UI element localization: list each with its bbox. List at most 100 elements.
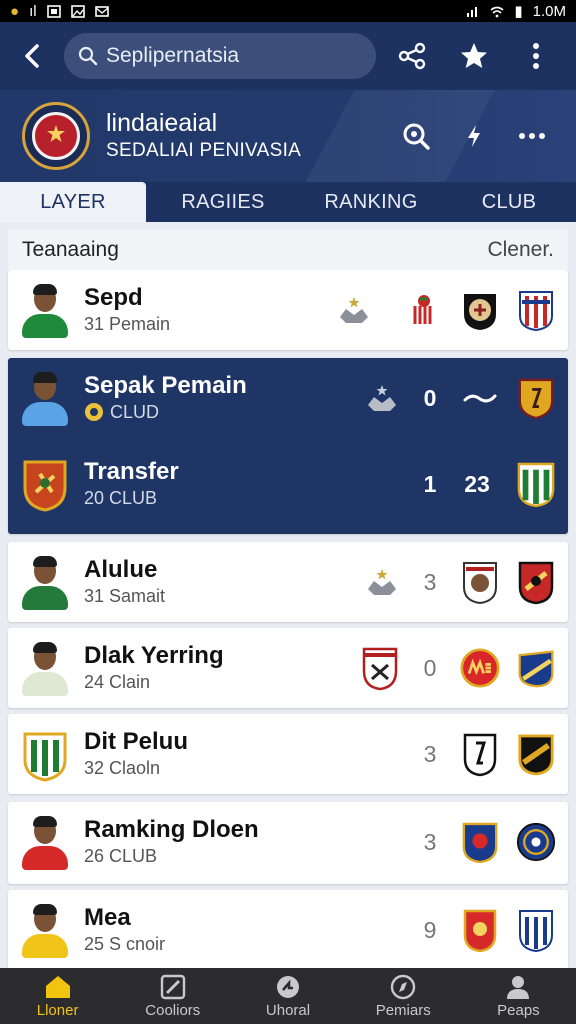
player-name: Ramking Dloen (84, 816, 259, 843)
club-crest-icon (23, 732, 67, 782)
league-crest-icon (47, 125, 65, 142)
rating-star-icon (364, 564, 400, 600)
back-button[interactable] (14, 38, 50, 74)
club-crest-icon (23, 460, 67, 512)
avatar (20, 902, 70, 958)
search-input[interactable] (106, 44, 346, 68)
nav-item-colors[interactable]: Cooliors (115, 968, 230, 1024)
search-bar[interactable] (64, 33, 376, 79)
wifi-icon (490, 6, 504, 17)
player-subtitle: 20 CLUB (84, 488, 158, 508)
signal-icon (467, 6, 478, 17)
share-button[interactable] (394, 38, 430, 74)
nav-label: Peaps (497, 1001, 540, 1019)
nav-label: Pemiars (375, 1001, 431, 1019)
list-header: Teanaaing Clener. (8, 230, 568, 270)
header-more-button[interactable] (514, 118, 550, 154)
nav-label: Cooliors (145, 1001, 201, 1019)
club-badge-icon (460, 560, 500, 605)
club-badge-icon (460, 908, 500, 953)
club-crest (20, 456, 70, 512)
star-icon (461, 43, 487, 68)
player-subtitle: 32 Claoln (84, 758, 161, 778)
player-name: Mea (84, 904, 131, 931)
nav-item-uhoral[interactable]: Uhoral (230, 968, 345, 1024)
player-subtitle: 31 Samait (84, 586, 166, 606)
more-vert-icon (533, 43, 539, 69)
zoom-search-button[interactable] (398, 118, 434, 154)
tab-bar: LAYER RAGIIES RANKING CLUB (0, 182, 576, 222)
stat-value: 3 (423, 828, 437, 855)
club-badge-icon (516, 376, 556, 420)
search-icon (78, 46, 98, 66)
bolt-icon (468, 125, 480, 147)
list-item[interactable]: Ramking Dloen 26 CLUB 3 (8, 802, 568, 884)
avatar (20, 282, 70, 338)
home-icon (45, 975, 70, 998)
player-name: Sepd (84, 284, 143, 311)
tab-ranking[interactable]: RANKING (300, 182, 442, 222)
club-badge-icon (460, 732, 500, 777)
stat-value-secondary: 23 (464, 470, 490, 497)
stat-value: 3 (423, 568, 437, 595)
nav-label: Lloner (36, 1001, 79, 1019)
bottom-navigation: Lloner Cooliors Uhoral Pemiars Peaps (0, 968, 576, 1024)
top-app-bar (0, 22, 576, 90)
player-subtitle: 31 Pemain (84, 314, 171, 334)
mail-icon (94, 5, 109, 17)
person-icon (507, 975, 530, 999)
more-options-button[interactable] (518, 38, 554, 74)
player-subtitle: CLUD (110, 402, 160, 422)
player-name: Dlak Yerring (84, 642, 224, 669)
club-badge-icon (360, 646, 400, 691)
list-header-sort[interactable]: Clener. (487, 238, 554, 262)
nav-item-pemiars[interactable]: Pemiars (346, 968, 461, 1024)
tab-layer[interactable]: LAYER (0, 182, 146, 222)
player-subtitle: 25 S cnoir (84, 934, 166, 954)
club-badge-icon (516, 646, 556, 690)
club-badge-icon (404, 288, 444, 332)
image-icon (70, 4, 85, 18)
more-horiz-icon (519, 133, 545, 139)
list-item[interactable]: Sepd 31 Pemain (8, 270, 568, 350)
club-crest (20, 726, 70, 782)
arrow-left-icon (25, 44, 39, 68)
club-badge-icon (516, 908, 556, 953)
magnify-icon (403, 123, 430, 150)
rating-star-icon (336, 292, 372, 328)
rating-star-icon (364, 380, 400, 416)
nav-item-peaps[interactable]: Peaps (461, 968, 576, 1024)
status-bar: ● ıl ▮ 1.0M (0, 0, 576, 22)
stat-value: 9 (423, 916, 437, 943)
status-time: 1.0M (532, 2, 566, 20)
player-subtitle: 26 CLUB (84, 846, 158, 866)
club-badge-icon (516, 820, 556, 864)
player-name: Sepak Pemain (84, 372, 247, 399)
list-item[interactable]: Sepak Pemain CLUD 0 (8, 358, 568, 438)
list-item[interactable]: Alulue 31 Samait 3 (8, 542, 568, 622)
battery-icon: ▮ (514, 3, 523, 20)
nav-item-home[interactable]: Lloner (0, 968, 115, 1024)
flash-button[interactable] (456, 118, 492, 154)
stat-value: 0 (423, 384, 437, 411)
list-item[interactable]: Mea 25 S cnoir 9 (8, 890, 568, 968)
signal-small-icon: ıl (29, 2, 37, 20)
nav-label: Uhoral (265, 1001, 311, 1019)
avatar (20, 814, 70, 870)
tab-club[interactable]: CLUB (442, 182, 576, 222)
list-item[interactable]: Dlak Yerring 24 Clain 0 (8, 628, 568, 708)
tab-ragiies[interactable]: RAGIIES (146, 182, 300, 222)
highlighted-group: Sepak Pemain CLUD 0 Transfer 20 CLUB 1 2… (8, 358, 568, 534)
compass-icon (391, 974, 416, 999)
list-item[interactable]: Dit Peluu 32 Claoln 3 (8, 714, 568, 794)
club-badge-icon (516, 560, 556, 605)
league-header: lindaieaial SEDALIAI PENIVASIA (0, 90, 576, 182)
club-badge-icon (516, 732, 556, 776)
favorite-button[interactable] (456, 38, 492, 74)
avatar (20, 554, 70, 610)
list-item[interactable]: Transfer 20 CLUB 1 23 (8, 444, 568, 524)
league-title: lindaieaial (106, 109, 218, 137)
club-logo-icon (85, 403, 103, 421)
share-icon (398, 42, 426, 70)
player-subtitle-wrap: CLUD (84, 400, 247, 424)
